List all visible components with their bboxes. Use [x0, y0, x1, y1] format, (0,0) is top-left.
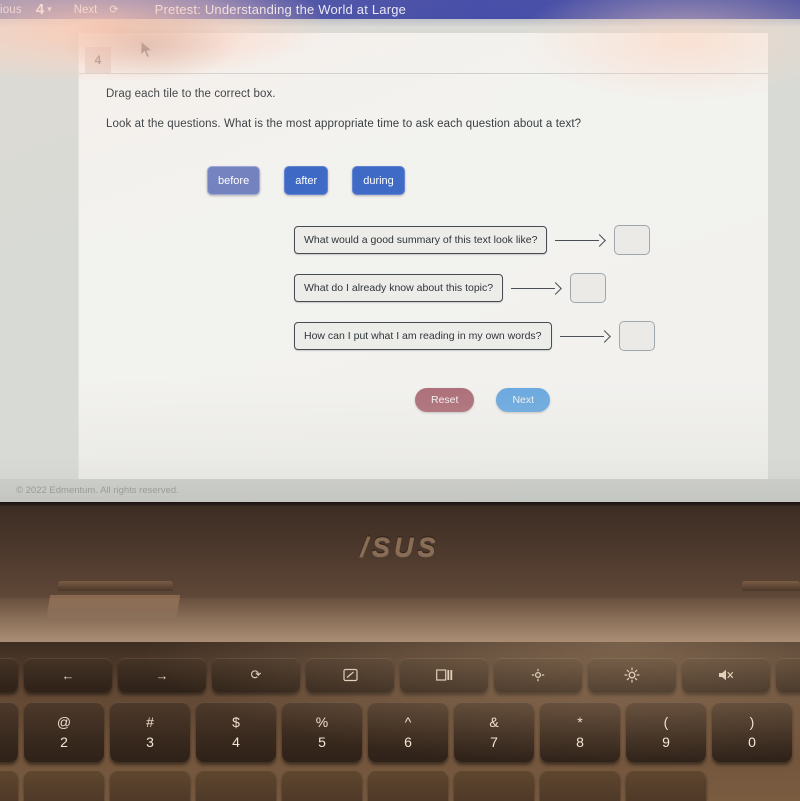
key-i[interactable]: i	[540, 770, 620, 801]
key-escape[interactable]	[0, 658, 18, 692]
number-key-row: ! @ 2 # 3 $ 4 % 5 ^ 6	[0, 702, 800, 762]
card-divider	[79, 73, 768, 74]
key-forward-arrow-icon[interactable]: →	[118, 658, 206, 692]
key-upper-label: #	[146, 714, 154, 730]
key-lower-label: 4	[232, 734, 240, 750]
copyright-footer: © 2022 Edmentum. All rights reserved.	[0, 479, 800, 502]
key-extra[interactable]	[776, 658, 800, 692]
key-fullscreen-icon[interactable]	[306, 658, 394, 692]
laptop-photo: vious 4 ▾ Next ⟳ Pretest: Understanding …	[0, 0, 800, 801]
function-key-row: ← → ⟳	[0, 658, 800, 692]
reset-button[interactable]: Reset	[415, 388, 475, 412]
asus-logo: /SUS	[360, 532, 440, 562]
key-lower-label: 2	[60, 734, 68, 750]
key-brightness-down-icon[interactable]	[494, 658, 582, 692]
key-lower-label: 0	[748, 734, 756, 750]
key-lower-label: 3	[146, 734, 154, 750]
key-5[interactable]: % 5	[282, 702, 362, 762]
key-1[interactable]: !	[0, 702, 18, 762]
key-mute-icon[interactable]	[682, 658, 770, 692]
key-q[interactable]: q	[0, 770, 18, 801]
question-text-box: What would a good summary of this text l…	[294, 226, 548, 254]
key-reload-icon[interactable]: ⟳	[212, 658, 300, 692]
mouse-pointer-icon	[140, 40, 154, 60]
action-buttons: Reset Next	[415, 388, 551, 412]
key-u[interactable]: u	[454, 770, 534, 801]
match-rows: What would a good summary of this text l…	[294, 223, 655, 367]
key-6[interactable]: ^ 6	[368, 702, 448, 762]
previous-button[interactable]: vious	[0, 4, 22, 16]
arrow-right-icon	[511, 282, 563, 294]
key-upper-label: *	[577, 714, 583, 730]
key-lower-label: 8	[576, 734, 584, 750]
key-2[interactable]: @ 2	[24, 702, 104, 762]
arrow-right-icon	[559, 330, 612, 342]
key-y[interactable]: y	[368, 770, 448, 801]
key-upper-label: &	[489, 714, 499, 730]
page-title: Pretest: Understanding the World at Larg…	[154, 2, 407, 17]
question-text-box: How can I put what I am reading in my ow…	[294, 322, 552, 350]
key-3[interactable]: # 3	[110, 702, 190, 762]
key-lower-label: 9	[662, 734, 670, 750]
match-row: What would a good summary of this text l…	[294, 223, 655, 257]
key-window-switcher-icon[interactable]	[400, 658, 488, 692]
key-brightness-up-icon[interactable]	[588, 658, 676, 692]
letter-key-row: q w e r t y u i o	[0, 770, 800, 801]
hinge-left	[58, 581, 173, 591]
appbar-shadow	[0, 19, 800, 28]
key-r[interactable]: r	[196, 770, 276, 801]
question-badge: 4	[85, 47, 111, 73]
drop-target-box[interactable]	[618, 321, 655, 351]
key-4[interactable]: $ 4	[196, 702, 276, 762]
key-lower-label: 6	[404, 734, 412, 750]
key-8[interactable]: * 8	[540, 702, 620, 762]
next-button-topbar[interactable]: Next	[74, 4, 98, 16]
drop-target-box[interactable]	[570, 273, 607, 303]
key-upper-label: $	[232, 714, 240, 730]
question-text-box: What do I already know about this topic?	[294, 274, 504, 302]
key-e[interactable]: e	[110, 770, 190, 801]
key-lower-label: 5	[318, 734, 326, 750]
laptop-keyboard: ← → ⟳ @ 2 # 3 $ 4 % 5 ^ 6 & 7 * 8 (9) …	[0, 642, 800, 801]
drag-tile-during[interactable]: during	[352, 166, 405, 195]
key-upper-label: (	[663, 714, 669, 730]
key-upper-label: ^	[404, 714, 412, 730]
drag-instruction: Drag each tile to the correct box.	[106, 88, 276, 100]
key-back-arrow-icon[interactable]: ←	[24, 658, 112, 692]
question-prompt: Look at the questions. What is the most …	[106, 118, 582, 130]
key-t[interactable]: t	[282, 770, 362, 801]
drag-tile-after[interactable]: after	[284, 166, 329, 195]
key-upper-label: @	[56, 714, 72, 730]
match-row: What do I already know about this topic?	[294, 271, 655, 305]
drop-target-box[interactable]	[614, 225, 651, 255]
question-number-selector[interactable]: 4	[36, 1, 44, 18]
drag-tile-before[interactable]: before	[207, 166, 261, 195]
next-button[interactable]: Next	[496, 388, 551, 412]
laptop-bezel: /SUS	[0, 502, 800, 642]
hinge-right	[742, 581, 800, 591]
key-lower-label: 7	[490, 734, 498, 750]
chevron-down-icon[interactable]: ▾	[47, 4, 52, 15]
key-upper-label: %	[315, 714, 329, 730]
key-w[interactable]: w	[24, 770, 104, 801]
key-upper-label: )	[749, 714, 755, 730]
laptop-screen: vious 4 ▾ Next ⟳ Pretest: Understanding …	[0, 0, 800, 502]
key-0[interactable]: ) 0	[712, 702, 792, 762]
key-o[interactable]: o	[626, 770, 706, 801]
tile-tray: before after during	[207, 166, 405, 195]
key-7[interactable]: & 7	[454, 702, 534, 762]
arrow-right-icon	[555, 234, 607, 246]
match-row: How can I put what I am reading in my ow…	[294, 319, 655, 353]
reload-icon[interactable]: ⟳	[109, 3, 118, 16]
quiz-app-bar: vious 4 ▾ Next ⟳ Pretest: Understanding …	[0, 0, 800, 19]
key-9[interactable]: ( 9	[626, 702, 706, 762]
bezel-highlight	[0, 598, 800, 642]
copyright-text: © 2022 Edmentum. All rights reserved.	[16, 485, 179, 496]
question-card: 4 Drag each tile to the correct box. Loo…	[78, 33, 768, 479]
